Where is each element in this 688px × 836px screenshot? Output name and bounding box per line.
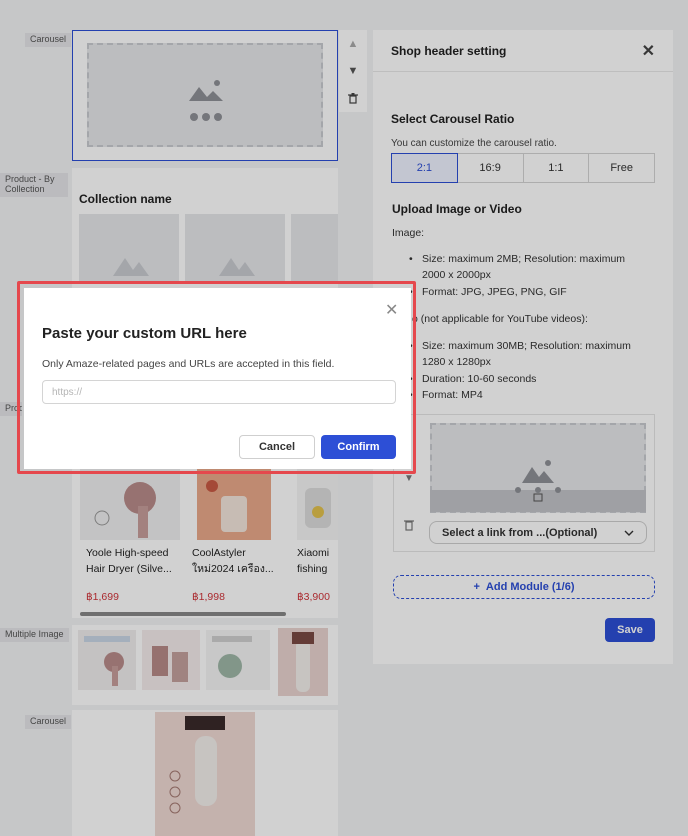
- custom-url-dialog: ✕ Paste your custom URL here Only Amaze-…: [24, 288, 411, 469]
- custom-url-input[interactable]: [42, 380, 396, 404]
- dialog-title: Paste your custom URL here: [42, 325, 247, 342]
- confirm-button[interactable]: Confirm: [321, 435, 396, 459]
- cancel-button[interactable]: Cancel: [239, 435, 315, 459]
- dialog-description: Only Amaze-related pages and URLs are ac…: [42, 358, 335, 370]
- close-icon[interactable]: ✕: [385, 300, 398, 320]
